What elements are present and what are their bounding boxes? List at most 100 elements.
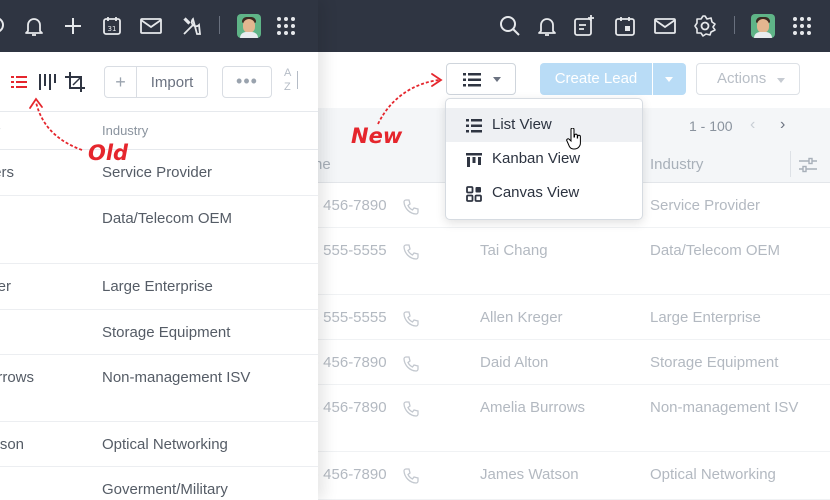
- column-settings-icon[interactable]: [798, 157, 818, 173]
- row-owner: Allen Kreger: [480, 309, 563, 326]
- phone-icon[interactable]: [402, 243, 420, 261]
- old-row-industry: Non-management ISV: [102, 369, 251, 386]
- old-row-name: son: [0, 436, 24, 453]
- row-industry: Storage Equipment: [650, 354, 779, 371]
- bell-icon[interactable]: [535, 14, 559, 38]
- next-page-icon[interactable]: ›: [780, 116, 785, 134]
- row-phone: ) 456-7890: [314, 466, 387, 483]
- table-row[interactable]: rrows Non-management ISV: [0, 355, 318, 422]
- actions-label: Actions: [717, 70, 767, 87]
- row-phone: ) 456-7890: [314, 197, 387, 214]
- list-view-icon[interactable]: [8, 71, 30, 93]
- chevron-down-icon: [665, 77, 673, 82]
- topbar-divider: [219, 16, 220, 34]
- old-row-industry: Service Provider: [102, 164, 213, 181]
- old-row-industry: Optical Networking: [102, 436, 228, 453]
- previous-page-icon[interactable]: ‹: [750, 116, 755, 134]
- kanban-view-icon[interactable]: [36, 71, 58, 93]
- menu-item-canvas-view[interactable]: Canvas View: [446, 176, 642, 210]
- canvas-icon: [466, 186, 482, 202]
- table-row[interactable]: son Optical Networking: [0, 422, 318, 467]
- list-icon: [463, 73, 481, 87]
- table-row[interactable]: ) 456-7890 James Watson Optical Networki…: [314, 452, 830, 500]
- canvas-view-icon[interactable]: [64, 71, 86, 93]
- old-view-panel: 31 + Import ••• A Z Industry rs Service …: [0, 0, 318, 500]
- kanban-icon: [466, 153, 482, 167]
- table-row[interactable]: Storage Equipment: [0, 310, 318, 355]
- settings-gear-icon[interactable]: [693, 14, 717, 38]
- table-row[interactable]: ) 456-7890 Daid Alton Storage Equipment: [314, 340, 830, 385]
- phone-icon[interactable]: [402, 467, 420, 485]
- row-owner: James Watson: [480, 466, 579, 483]
- record-range: 1 - 100: [689, 118, 733, 134]
- view-switcher-menu: List View Kanban View Canvas View: [445, 98, 643, 220]
- more-options-button[interactable]: •••: [222, 66, 272, 98]
- menu-item-kanban-view[interactable]: Kanban View: [446, 142, 642, 176]
- row-owner: Amelia Burrows: [480, 399, 586, 416]
- plus-icon[interactable]: [61, 14, 85, 38]
- old-row-name: ers: [0, 164, 14, 181]
- list-icon: [466, 119, 482, 133]
- header-divider: [790, 151, 791, 177]
- table-row[interactable]: er Large Enterprise: [0, 264, 318, 310]
- hand-cursor-icon: [566, 128, 581, 150]
- annotation-new-label: New: [351, 124, 403, 148]
- old-top-bar: 31: [0, 0, 318, 52]
- chevron-down-icon: [777, 78, 785, 83]
- sort-az-icon[interactable]: A Z: [284, 67, 308, 95]
- menu-item-label: List View: [492, 116, 552, 133]
- row-owner: Tai Chang: [480, 242, 548, 259]
- add-icon[interactable]: +: [105, 67, 137, 97]
- table-row[interactable]: ) 555-5555 Allen Kreger Large Enterprise: [314, 295, 830, 340]
- menu-item-list-view[interactable]: List View: [446, 108, 642, 142]
- phone-icon[interactable]: [402, 355, 420, 373]
- old-row-industry: Large Enterprise: [102, 278, 213, 295]
- phone-icon[interactable]: [402, 198, 420, 216]
- row-phone: ) 456-7890: [314, 399, 387, 416]
- old-row-industry: Data/Telecom OEM: [102, 210, 233, 227]
- table-row[interactable]: ers Service Provider: [0, 150, 318, 196]
- import-label: Import: [150, 73, 194, 91]
- apps-grid-icon[interactable]: [790, 14, 814, 38]
- old-row-name: er: [0, 278, 11, 295]
- header-industry[interactable]: Industry: [650, 156, 703, 173]
- table-row[interactable]: Goverment/Military: [0, 467, 318, 500]
- row-phone: ) 555-5555: [314, 309, 387, 326]
- row-owner: Daid Alton: [480, 354, 549, 371]
- row-industry: Data/Telecom OEM: [650, 242, 781, 259]
- add-record-icon[interactable]: [572, 14, 596, 38]
- avatar[interactable]: [751, 14, 775, 38]
- topbar-divider: [734, 16, 735, 34]
- search-icon[interactable]: [498, 14, 522, 38]
- view-switcher-dropdown[interactable]: [446, 63, 516, 95]
- create-lead-dropdown-button[interactable]: [653, 63, 686, 95]
- row-industry: Large Enterprise: [650, 309, 761, 326]
- new-view-panel: Create Lead Actions 1 - 100 ‹ › ne Indus…: [314, 0, 830, 500]
- table-row[interactable]: ) 555-5555 Tai Chang Data/Telecom OEM: [314, 228, 830, 295]
- old-row-industry: Storage Equipment: [102, 324, 231, 341]
- svg-text:31: 31: [108, 25, 117, 33]
- actions-button[interactable]: Actions: [696, 63, 800, 95]
- old-header-industry[interactable]: Industry: [102, 123, 148, 138]
- mail-icon[interactable]: [139, 14, 163, 38]
- import-button[interactable]: + Import: [104, 66, 208, 98]
- table-row[interactable]: Data/Telecom OEM: [0, 196, 318, 264]
- partial-search-icon[interactable]: [0, 14, 14, 38]
- sort-arrow: [297, 71, 298, 89]
- avatar[interactable]: [237, 14, 261, 38]
- old-row-name: rrows: [0, 369, 34, 386]
- menu-item-label: Kanban View: [492, 150, 581, 167]
- calendar-icon[interactable]: [613, 14, 637, 38]
- mail-icon[interactable]: [653, 14, 677, 38]
- new-top-bar: [318, 0, 830, 52]
- table-row[interactable]: ) 456-7890 Amelia Burrows Non-management…: [314, 385, 830, 452]
- phone-icon[interactable]: [402, 400, 420, 418]
- bell-icon[interactable]: [22, 14, 46, 38]
- tools-icon[interactable]: [180, 14, 204, 38]
- phone-icon[interactable]: [402, 310, 420, 328]
- create-lead-button[interactable]: Create Lead: [540, 63, 652, 95]
- apps-grid-icon[interactable]: [274, 14, 298, 38]
- calendar-icon[interactable]: 31: [100, 14, 124, 38]
- row-phone: ) 456-7890: [314, 354, 387, 371]
- chevron-down-icon: [493, 77, 501, 82]
